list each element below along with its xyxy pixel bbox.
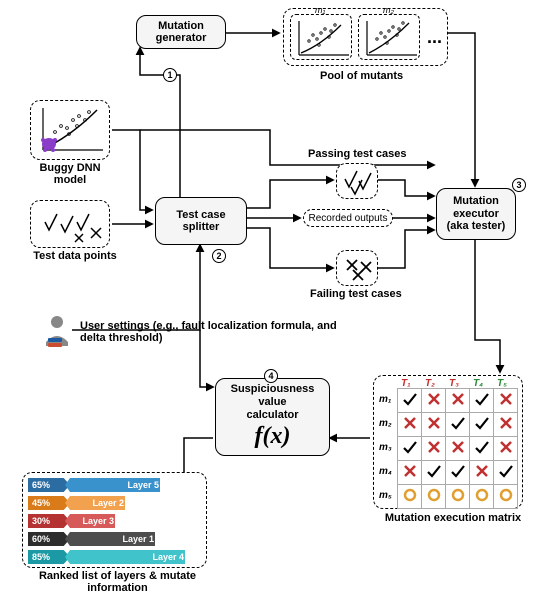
mat-row-5: m₅ <box>379 490 392 501</box>
ranked-bar: 85% Layer 4 <box>28 550 190 564</box>
failing-tests-box <box>336 250 378 286</box>
ranked-layer-label: Layer 4 <box>152 552 184 562</box>
buggy-dnn-label: Buggy DNN model <box>30 162 110 186</box>
ranked-pct: 65% <box>28 478 70 492</box>
matrix-table <box>397 388 518 509</box>
ranked-pct: 30% <box>28 514 70 528</box>
ranked-bar: 30% Layer 3 <box>28 514 120 528</box>
step-2-marker: 2 <box>212 249 226 263</box>
mat-row-3: m₃ <box>379 442 392 453</box>
ranked-bar: 45% Layer 2 <box>28 496 130 510</box>
step-1-marker: 1 <box>163 68 177 82</box>
matrix-cell <box>470 461 494 485</box>
ranked-bar: 65% Layer 5 <box>28 478 165 492</box>
matrix-label: Mutation execution matrix <box>378 512 528 524</box>
mat-row-4: m₄ <box>379 466 392 477</box>
mat-row-1: m₁ <box>379 394 391 405</box>
matrix-cell <box>398 389 422 413</box>
recorded-outputs-box: Recorded outputs <box>303 209 393 227</box>
matrix-cell <box>470 485 494 509</box>
recorded-outputs-label: Recorded outputs <box>309 213 388 224</box>
test-data-points-box <box>30 200 110 248</box>
svc-l2: calculator <box>247 409 299 422</box>
matrix-cell <box>446 461 470 485</box>
matrix-cell <box>446 413 470 437</box>
mutation-generator-box: Mutation generator <box>136 15 226 49</box>
test-case-splitter-label: Test case splitter <box>160 209 242 233</box>
matrix-cell <box>446 485 470 509</box>
test-case-splitter-box: Test case splitter <box>155 197 247 245</box>
ranked-pct: 60% <box>28 532 70 546</box>
ranked-pct: 85% <box>28 550 70 564</box>
svc-l1: Suspiciousness value <box>220 383 325 409</box>
fx-icon: f(x) <box>255 422 291 451</box>
svc-box: Suspiciousness value calculator f(x) <box>215 378 330 456</box>
matrix-cell <box>470 389 494 413</box>
mutation-generator-label: Mutation generator <box>141 20 221 44</box>
matrix-cell <box>422 389 446 413</box>
mutant-thumbnail-1: m₁ <box>290 14 352 60</box>
user-settings-label: User settings (e.g., fault localization … <box>80 320 350 344</box>
user-icon <box>42 312 72 348</box>
matrix-cell <box>398 437 422 461</box>
failing-tests-label: Failing test cases <box>310 288 402 300</box>
matrix-cell <box>422 413 446 437</box>
mutation-executor-l1: Mutation <box>453 195 499 208</box>
pool-of-mutants-box: m₁ m₂ ... <box>283 8 448 66</box>
ranked-pct: 45% <box>28 496 70 510</box>
matrix-cell <box>398 413 422 437</box>
matrix-cell <box>470 413 494 437</box>
passing-tests-box <box>336 163 378 199</box>
ellipsis-icon: ... <box>427 27 442 48</box>
ranked-bar: 60% Layer 1 <box>28 532 160 546</box>
mutant-thumbnail-2: m₂ <box>358 14 420 60</box>
buggy-dnn-box <box>30 100 110 160</box>
matrix-cell <box>398 485 422 509</box>
ranked-layer-label: Layer 1 <box>122 534 154 544</box>
matrix-cell <box>470 437 494 461</box>
matrix-cell <box>422 461 446 485</box>
step-3-marker: 3 <box>512 178 526 192</box>
matrix-cell <box>398 461 422 485</box>
test-data-points-label: Test data points <box>30 250 120 262</box>
matrix-cell <box>446 389 470 413</box>
matrix-cell <box>494 461 518 485</box>
ranked-list-label: Ranked list of layers & mutate informati… <box>30 570 205 594</box>
mutation-executor-box: Mutation executor (aka tester) <box>436 188 516 240</box>
matrix-cell <box>494 389 518 413</box>
ranked-layer-label: Layer 2 <box>92 498 124 508</box>
ranked-layer-label: Layer 5 <box>127 480 159 490</box>
mutant-1-label: m₁ <box>315 5 325 15</box>
mat-row-2: m₂ <box>379 418 392 429</box>
passing-tests-label: Passing test cases <box>308 148 406 160</box>
step-4-marker: 4 <box>264 369 278 383</box>
mutation-executor-l2: executor <box>453 208 499 221</box>
matrix-cell <box>422 437 446 461</box>
mutation-executor-l3: (aka tester) <box>447 220 506 233</box>
matrix-cell <box>422 485 446 509</box>
matrix-cell <box>494 413 518 437</box>
ranked-layer-label: Layer 3 <box>82 516 114 526</box>
pool-of-mutants-label: Pool of mutants <box>320 70 403 82</box>
matrix-cell <box>446 437 470 461</box>
mutant-2-label: m₂ <box>383 5 394 15</box>
bug-icon <box>41 138 57 152</box>
matrix-cell <box>494 437 518 461</box>
matrix-cell <box>494 485 518 509</box>
